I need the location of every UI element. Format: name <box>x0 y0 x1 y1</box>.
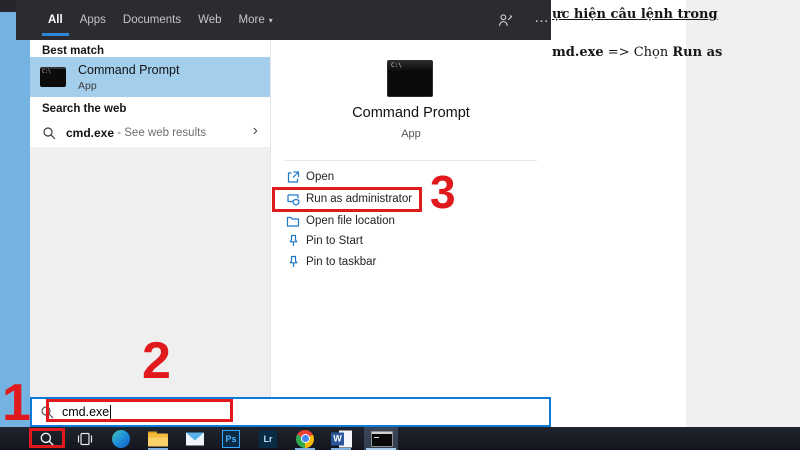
feedback-icon[interactable] <box>498 13 513 28</box>
annotation-step-3: 3 <box>430 172 456 213</box>
terminal-prompt-glyph: C:\ <box>42 69 51 75</box>
web-query: cmd.exe <box>66 126 114 140</box>
start-button[interactable] <box>9 431 24 446</box>
annotation-box-search-query <box>46 399 233 422</box>
taskbar: Ps Lr W <box>0 427 800 450</box>
mail-icon[interactable] <box>186 432 204 445</box>
tab-apps[interactable]: Apps <box>74 0 112 40</box>
annotation-step-2: 2 <box>142 338 171 385</box>
preview-app-subtitle: App <box>271 128 551 140</box>
tab-all[interactable]: All <box>42 0 69 40</box>
action-label: Pin to taskbar <box>306 256 376 268</box>
result-subtitle: App <box>78 80 179 92</box>
web-result-row[interactable]: cmd.exe - See web results › <box>30 118 270 147</box>
edge-browser-icon[interactable] <box>112 430 130 448</box>
tab-more-label: More <box>239 14 265 26</box>
photoshop-icon[interactable]: Ps <box>222 430 240 448</box>
action-label: Pin to Start <box>306 235 363 247</box>
result-command-prompt[interactable]: C:\ Command Prompt App <box>30 57 270 97</box>
open-icon <box>286 170 300 184</box>
document-bold-text: md.exe <box>552 45 604 60</box>
pin-icon <box>286 234 300 248</box>
folder-icon <box>286 214 300 228</box>
tab-documents[interactable]: Documents <box>117 0 187 40</box>
document-body-text: md.exe => Chọn Run as <box>552 45 722 60</box>
result-text: Command Prompt App <box>78 63 179 92</box>
folder-front <box>148 437 168 446</box>
lightroom-icon[interactable]: Lr <box>259 430 277 448</box>
preview-divider <box>285 160 537 161</box>
annotation-step-1: 1 <box>2 380 31 427</box>
command-prompt-taskbar-icon[interactable] <box>371 431 393 447</box>
search-flyout-body: Best match C:\ Command Prompt App Search… <box>30 40 551 397</box>
file-explorer-icon[interactable] <box>148 431 168 446</box>
chevron-right-icon[interactable]: › <box>253 122 258 140</box>
action-open[interactable]: Open <box>271 167 551 187</box>
action-pin-to-taskbar[interactable]: Pin to taskbar <box>271 252 551 272</box>
command-prompt-icon: C:\ <box>40 67 66 87</box>
screen: ực hiện câu lệnh trong md.exe => Chọn Ru… <box>0 0 800 450</box>
task-view-icon <box>77 431 93 446</box>
annotation-box-taskbar-search <box>29 428 65 448</box>
command-prompt-icon-large: C:\ <box>387 60 433 97</box>
document-heading-text: ực hiện câu lệnh trong <box>552 7 718 22</box>
search-icon <box>42 126 56 140</box>
web-suffix: - See web results <box>114 127 206 139</box>
annotation-box-run-as-admin <box>272 187 422 212</box>
best-match-heading: Best match <box>42 45 104 57</box>
chrome-core <box>301 434 310 443</box>
action-pin-to-start[interactable]: Pin to Start <box>271 231 551 251</box>
result-title: Command Prompt <box>78 63 179 77</box>
search-web-heading: Search the web <box>42 103 126 115</box>
document-bold-text2: Run as <box>672 45 722 60</box>
action-label: Open file location <box>306 215 395 227</box>
word-icon[interactable]: W <box>331 430 352 447</box>
action-label: Open <box>306 171 334 183</box>
envelope-flap <box>186 432 204 440</box>
chrome-icon[interactable] <box>296 430 314 448</box>
desktop-wallpaper-strip <box>0 0 30 427</box>
tab-web[interactable]: Web <box>192 0 227 40</box>
preview-pane: C:\ Command Prompt App Open R <box>271 40 551 397</box>
background-window-corner <box>0 0 16 12</box>
preview-app-title: Command Prompt <box>271 105 551 121</box>
document-regular-text: => Chọn <box>604 45 673 60</box>
word-letter: W <box>331 432 344 445</box>
terminal-prompt-glyph: C:\ <box>391 62 402 69</box>
action-open-file-location[interactable]: Open file location <box>271 211 551 231</box>
task-view-button[interactable] <box>77 431 93 446</box>
pin-icon <box>286 255 300 269</box>
chevron-down-icon: ▾ <box>269 16 273 25</box>
ellipsis-menu-icon[interactable]: … <box>534 0 550 40</box>
search-flyout-header: All Apps Documents Web More ▾ … <box>16 0 551 40</box>
tab-more[interactable]: More ▾ <box>233 0 279 40</box>
